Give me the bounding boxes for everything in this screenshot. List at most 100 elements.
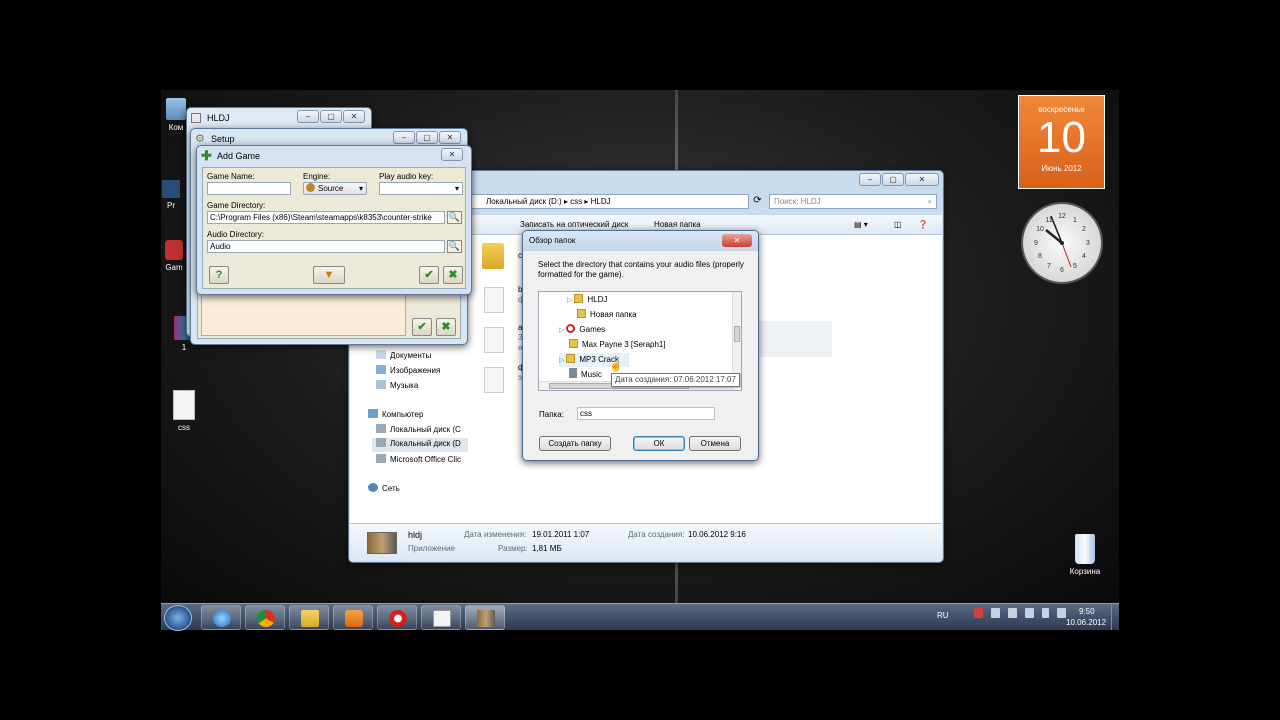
- tree-item-label: Max Payne 3 [Seraph1]: [582, 340, 666, 349]
- chevron-down-icon: ▾: [454, 184, 459, 193]
- close-button[interactable]: ✕: [343, 110, 365, 123]
- taskbar-ie[interactable]: [201, 605, 241, 630]
- breadcrumb-item[interactable]: Локальный диск (D:): [486, 197, 562, 206]
- tray-volume-icon[interactable]: [1042, 608, 1049, 618]
- language-indicator[interactable]: RU: [937, 611, 949, 620]
- close-button[interactable]: ✕: [722, 234, 752, 247]
- add-game-ok-button[interactable]: ✔: [419, 266, 439, 284]
- show-desktop-button[interactable]: [1111, 604, 1119, 630]
- tree-vertical-scrollbar[interactable]: [732, 292, 741, 382]
- nav-pictures[interactable]: Изображения: [376, 365, 440, 375]
- disk-icon: [376, 424, 386, 433]
- nav-network[interactable]: Сеть: [368, 483, 400, 493]
- minimize-button[interactable]: ‒: [859, 173, 881, 186]
- folder-input[interactable]: css: [577, 407, 715, 420]
- breadcrumb-item[interactable]: css: [570, 197, 582, 206]
- maximize-button[interactable]: ▢: [416, 131, 438, 144]
- taskbar-opera[interactable]: [377, 605, 417, 630]
- preview-pane-icon[interactable]: ◫: [894, 215, 902, 235]
- engine-select[interactable]: Source ▾: [303, 182, 367, 195]
- tree-item-label: Music: [581, 370, 602, 379]
- window-controls: ‒ ▢ ✕: [393, 131, 461, 144]
- taskbar-hldj[interactable]: [465, 605, 505, 630]
- tree-item-label: HLDJ: [587, 295, 608, 304]
- taskbar-document[interactable]: [421, 605, 461, 630]
- add-game-window: ✚ Add Game ✕ Game Name: Engine: Source ▾ …: [196, 145, 472, 295]
- program-icon: [162, 180, 180, 198]
- scroll-thumb[interactable]: [734, 326, 740, 342]
- address-bar[interactable]: Локальный диск (D:) ▸ css ▸ HLDJ: [469, 194, 749, 209]
- nav-computer[interactable]: Компьютер: [368, 409, 423, 419]
- help-icon[interactable]: ❓: [918, 215, 928, 235]
- close-button[interactable]: ✕: [905, 173, 939, 186]
- clock-time[interactable]: 9:50: [1079, 607, 1095, 616]
- tray-device-icon[interactable]: [1008, 608, 1017, 618]
- engine-label: Engine:: [303, 172, 331, 181]
- browse-audio-directory-button[interactable]: 🔍: [447, 240, 462, 253]
- help-button[interactable]: ?: [209, 266, 229, 284]
- taskbar-explorer[interactable]: [289, 605, 329, 630]
- computer-icon: [368, 409, 378, 418]
- tray-flag-icon[interactable]: [974, 608, 983, 618]
- tree-item-music[interactable]: Music: [569, 368, 602, 382]
- nav-label: Сеть: [382, 484, 400, 493]
- browse-game-directory-button[interactable]: 🔍: [447, 211, 462, 224]
- setup-cancel-button[interactable]: ✖: [436, 318, 456, 336]
- maximize-button[interactable]: ▢: [320, 110, 342, 123]
- play-key-select[interactable]: ▾: [379, 182, 463, 195]
- nav-documents[interactable]: Документы: [376, 350, 431, 360]
- list-item[interactable]: [484, 327, 504, 353]
- view-options-icon[interactable]: ▤ ▾: [854, 215, 868, 235]
- game-directory-input[interactable]: C:\Program Files (x86)\Steam\steamapps\k…: [207, 211, 445, 224]
- games-icon: [165, 240, 183, 260]
- play-key-label: Play audio key:: [379, 172, 434, 181]
- tree-item-games[interactable]: ▷ Games: [559, 323, 605, 337]
- setup-empty-panel: [201, 294, 406, 336]
- new-folder-button[interactable]: Создать папку: [539, 436, 611, 451]
- tooltip: Дата создания: 07.06.2012 17:07: [611, 373, 740, 387]
- desktop-icon-recycle-bin[interactable]: Корзина: [1059, 534, 1111, 576]
- tree-item-new-folder[interactable]: Новая папка: [577, 308, 637, 322]
- media-player-icon: [345, 610, 363, 627]
- tree-item-max-payne[interactable]: Max Payne 3 [Seraph1]: [569, 338, 666, 352]
- minimize-button[interactable]: ‒: [393, 131, 415, 144]
- list-item[interactable]: [484, 287, 504, 313]
- nav-local-disk-c[interactable]: Локальный диск (C: [376, 424, 461, 434]
- cancel-button[interactable]: Отмена: [689, 436, 741, 451]
- taskbar-chrome[interactable]: [245, 605, 285, 630]
- nav-office-click[interactable]: Microsoft Office Clic: [376, 454, 461, 464]
- list-item[interactable]: [482, 243, 508, 269]
- desktop-icon-css[interactable]: css: [161, 390, 209, 432]
- list-item[interactable]: [484, 367, 504, 393]
- tree-item-hldj[interactable]: ▷ HLDJ: [567, 293, 607, 307]
- tray-power-icon[interactable]: [1025, 608, 1034, 618]
- calendar-gadget[interactable]: воскресенье 10 Июнь 2012: [1018, 95, 1105, 189]
- taskbar-media-player[interactable]: [333, 605, 373, 630]
- details-modified-label: Дата изменения:: [464, 530, 527, 539]
- maximize-button[interactable]: ▢: [882, 173, 904, 186]
- tray-app-icon[interactable]: [991, 608, 1000, 618]
- start-button[interactable]: [164, 605, 192, 631]
- game-name-input[interactable]: [207, 182, 291, 195]
- search-input[interactable]: Поиск: HLDJ ⌕: [769, 194, 937, 209]
- svg-text:1: 1: [1073, 217, 1077, 224]
- nav-music[interactable]: Музыка: [376, 380, 418, 390]
- audio-directory-input[interactable]: Audio: [207, 240, 445, 253]
- window-controls: ✕: [441, 148, 463, 161]
- clock-gadget[interactable]: 12 1 2 3 4 5 6 7 8 9 10 11: [1021, 202, 1103, 284]
- add-game-cancel-button[interactable]: ✖: [443, 266, 463, 284]
- setup-ok-button[interactable]: ✔: [412, 318, 432, 336]
- close-button[interactable]: ✕: [439, 131, 461, 144]
- desktop-icon-label: Корзина: [1069, 567, 1101, 576]
- refresh-button[interactable]: ⟳: [750, 194, 765, 209]
- tray-network-icon[interactable]: [1057, 608, 1066, 618]
- minimize-button[interactable]: ‒: [297, 110, 319, 123]
- details-size-label: Размер:: [498, 544, 528, 553]
- collapse-button[interactable]: ▼: [313, 266, 345, 284]
- nav-label: Документы: [390, 351, 432, 360]
- close-button[interactable]: ✕: [441, 148, 463, 161]
- ok-button[interactable]: ОК: [633, 436, 685, 451]
- breadcrumb-item[interactable]: HLDJ: [591, 197, 611, 206]
- nav-local-disk-d[interactable]: Локальный диск (D: [372, 438, 468, 452]
- clock-date[interactable]: 10.06.2012: [1066, 618, 1106, 627]
